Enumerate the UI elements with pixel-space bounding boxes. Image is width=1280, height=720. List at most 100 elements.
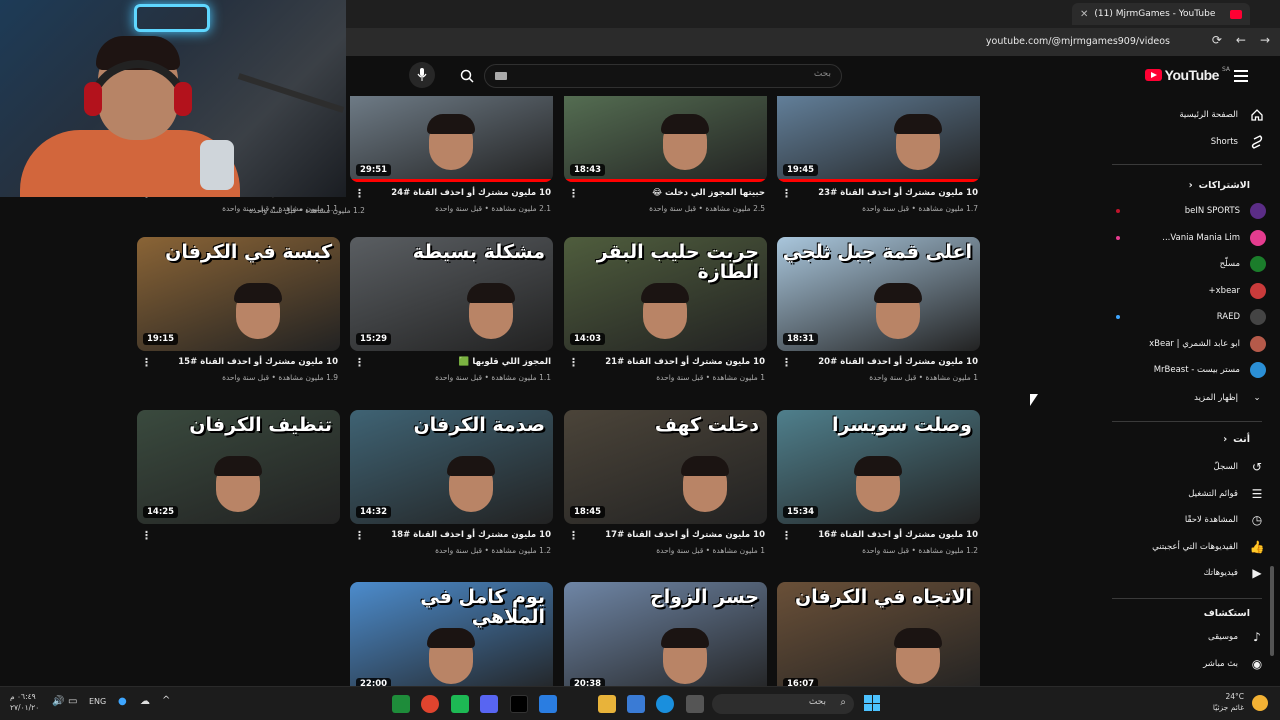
video-title[interactable]: 10 مليون مشترك أو احذف القناة #16 xyxy=(818,530,978,540)
sidebar-item-subscription[interactable]: مستر بيست - MrBeast xyxy=(1116,357,1266,383)
video-thumbnail[interactable]: جديدة 29:51 xyxy=(350,96,553,182)
xbox-app-icon[interactable] xyxy=(392,695,410,713)
video-title[interactable]: 10 مليون مشترك أو احذف القناة #17 xyxy=(605,530,765,540)
forward-icon[interactable]: → xyxy=(1260,33,1270,47)
volume-icon[interactable]: 🔊 xyxy=(52,696,64,707)
back-icon[interactable]: ← xyxy=(1236,33,1246,47)
sidebar-item-home[interactable]: الصفحة الرئيسية xyxy=(1116,102,1266,128)
sidebar-item-explore[interactable]: بث مباشر ◉ xyxy=(1116,651,1266,677)
app-icon-green[interactable] xyxy=(451,695,469,713)
sidebar-item-you[interactable]: الفيديوهات التي أعجبتني 👍 xyxy=(1116,534,1266,560)
sidebar-item-subscription[interactable]: RAED xyxy=(1116,304,1266,330)
sidebar-item-subscription[interactable]: Vania Mania Lim... xyxy=(1116,225,1266,251)
sidebar-item-subscription[interactable]: ابو عابد الشمري | xBear xyxy=(1116,331,1266,357)
sidebar-item-you[interactable]: فيديوهاتك ▶ xyxy=(1116,560,1266,586)
sidebar-item-subscription[interactable]: xbear+ xyxy=(1116,278,1266,304)
sidebar-item-you[interactable]: المشاهدة لاحقًا ◷ xyxy=(1116,507,1266,533)
video-card[interactable]: جديدة 29:51 ⋮ 10 مليون مشترك أو احذف الق… xyxy=(350,96,553,222)
video-card[interactable]: جاء من السعودية 18:43 ⋮ حبيتها المجوز ال… xyxy=(564,96,767,222)
you-header[interactable]: أنت ‹ xyxy=(1223,434,1250,445)
video-options-icon[interactable]: ⋮ xyxy=(141,529,152,542)
video-thumbnail[interactable]: الاتجاه في الكرفان 16:07 xyxy=(777,582,980,686)
video-card[interactable]: جسر الزواج 20:38 ⋮ xyxy=(564,582,767,686)
video-thumbnail[interactable]: صدمة الكرفان 14:32 xyxy=(350,410,553,524)
video-options-icon[interactable]: ⋮ xyxy=(781,356,792,369)
video-card[interactable]: يوم كامل في الملاهي 22:00 ⋮ xyxy=(350,582,553,686)
video-thumbnail[interactable]: جاء من السعودية 18:43 xyxy=(564,96,767,182)
video-card[interactable]: الحجز 19:45 ⋮ 10 مليون مشترك أو احذف الق… xyxy=(777,96,980,222)
browser-tab[interactable]: ✕ (11) MjrmGames - YouTube xyxy=(1072,3,1250,25)
video-thumbnail[interactable]: جسر الزواج 20:38 xyxy=(564,582,767,686)
video-options-icon[interactable]: ⋮ xyxy=(354,187,365,200)
video-options-icon[interactable]: ⋮ xyxy=(568,356,579,369)
sidebar-item-you[interactable]: السجلّ ↺ xyxy=(1116,454,1266,480)
show-more-button[interactable]: إظهار المزيد ⌄ xyxy=(1116,385,1266,411)
video-card[interactable]: مشكلة بسيطة 15:29 ⋮ المجوز اللي قلوبها 🟩… xyxy=(350,237,553,391)
video-thumbnail[interactable]: مشكلة بسيطة 15:29 xyxy=(350,237,553,351)
sidebar-item-subscription[interactable]: beIN SPORTS xyxy=(1116,198,1266,224)
search-button[interactable] xyxy=(455,65,479,87)
sidebar-item-shorts[interactable]: Shorts xyxy=(1116,129,1266,155)
subscriptions-header[interactable]: الاشتراكات ‹ xyxy=(1189,180,1250,191)
discord-app-icon[interactable] xyxy=(480,695,498,713)
video-thumbnail[interactable]: دخلت كهف 18:45 xyxy=(564,410,767,524)
clock[interactable]: ٠٦:٤٩ م ٢٧/٠١/٢٠ xyxy=(10,691,39,713)
tiktok-app-icon[interactable] xyxy=(510,695,528,713)
search-input[interactable]: بحث xyxy=(484,64,842,88)
video-options-icon[interactable]: ⋮ xyxy=(354,356,365,369)
windows-start-icon[interactable] xyxy=(864,695,880,711)
voice-search-button[interactable] xyxy=(409,62,435,88)
video-thumbnail[interactable]: جربت حليب البقر الطازة 14:03 xyxy=(564,237,767,351)
video-card[interactable]: وصلت سويسرا 15:34 ⋮ 10 مليون مشترك أو اح… xyxy=(777,410,980,564)
video-card[interactable]: اعلى قمة جبل ثلجي 18:31 ⋮ 10 مليون مشترك… xyxy=(777,237,980,391)
url-field[interactable]: youtube.com/@mjrmgames909/videos xyxy=(986,36,1170,47)
video-title[interactable]: 10 مليون مشترك أو احذف القناة #20 xyxy=(818,357,978,367)
file-explorer-icon[interactable] xyxy=(598,695,616,713)
menu-icon[interactable] xyxy=(1234,70,1248,85)
video-title[interactable]: 10 مليون مشترك أو احذف القناة #18 xyxy=(391,530,551,540)
mail-app-icon[interactable] xyxy=(539,695,557,713)
taskbar-search[interactable]: بحث ⌕ xyxy=(712,694,854,714)
sidebar-scrollbar[interactable] xyxy=(1270,566,1274,656)
video-options-icon[interactable]: ⋮ xyxy=(781,187,792,200)
video-title[interactable]: 10 مليون مشترك أو احذف القناة #23 xyxy=(818,188,978,198)
mic-tray-icon[interactable]: ● xyxy=(118,696,127,707)
video-card[interactable]: تنظيف الكرفان 14:25 ⋮ xyxy=(137,410,340,564)
edge-app-icon[interactable] xyxy=(656,695,674,713)
app-icon-gray[interactable] xyxy=(686,695,704,713)
video-thumbnail[interactable]: وصلت سويسرا 15:34 xyxy=(777,410,980,524)
network-icon[interactable]: ▭ xyxy=(68,696,77,707)
video-title[interactable]: المجوز اللي قلوبها 🟩 xyxy=(459,357,551,367)
store-app-icon[interactable] xyxy=(627,695,645,713)
sidebar-item-subscription[interactable]: مسلّح xyxy=(1116,251,1266,277)
youtube-logo[interactable]: YouTube SA xyxy=(1144,66,1230,83)
reload-icon[interactable]: ⟳ xyxy=(1212,33,1222,47)
sidebar-item-you[interactable]: قوائم التشغيل ☰ xyxy=(1116,481,1266,507)
video-title[interactable]: حبيتها المجوز الي دخلت 😂 xyxy=(652,188,765,198)
video-card[interactable]: الاتجاه في الكرفان 16:07 ⋮ xyxy=(777,582,980,686)
video-options-icon[interactable]: ⋮ xyxy=(568,529,579,542)
video-thumbnail[interactable]: يوم كامل في الملاهي 22:00 xyxy=(350,582,553,686)
sidebar-item-explore[interactable]: موسيقى ♪ xyxy=(1116,624,1266,650)
video-card[interactable]: جربت حليب البقر الطازة 14:03 ⋮ 10 مليون … xyxy=(564,237,767,391)
video-title[interactable]: 10 مليون مشترك أو احذف القناة #24 xyxy=(391,188,551,198)
video-options-icon[interactable]: ⋮ xyxy=(781,529,792,542)
video-thumbnail[interactable]: كبسة في الكرفان 19:15 xyxy=(137,237,340,351)
video-options-icon[interactable]: ⋮ xyxy=(568,187,579,200)
video-card[interactable]: صدمة الكرفان 14:32 ⋮ 10 مليون مشترك أو ا… xyxy=(350,410,553,564)
video-title[interactable]: 10 مليون مشترك أو احذف القناة #21 xyxy=(605,357,765,367)
onedrive-icon[interactable]: ☁ xyxy=(140,696,150,707)
video-options-icon[interactable]: ⋮ xyxy=(354,529,365,542)
video-card[interactable]: دخلت كهف 18:45 ⋮ 10 مليون مشترك أو احذف … xyxy=(564,410,767,564)
video-thumbnail[interactable]: الحجز 19:45 xyxy=(777,96,980,182)
tray-expand-icon[interactable]: ^ xyxy=(162,695,170,706)
close-tab-icon[interactable]: ✕ xyxy=(1080,9,1088,20)
video-thumbnail[interactable]: تنظيف الكرفان 14:25 xyxy=(137,410,340,524)
keyboard-icon[interactable] xyxy=(495,72,507,80)
chrome-app-icon[interactable] xyxy=(421,695,439,713)
video-thumbnail[interactable]: اعلى قمة جبل ثلجي 18:31 xyxy=(777,237,980,351)
video-card[interactable]: كبسة في الكرفان 19:15 ⋮ 10 مليون مشترك أ… xyxy=(137,237,340,391)
video-options-icon[interactable]: ⋮ xyxy=(141,356,152,369)
language-indicator[interactable]: ENG xyxy=(89,697,106,706)
weather-widget[interactable]: 24°C غائم جزئيًا xyxy=(1213,691,1244,713)
